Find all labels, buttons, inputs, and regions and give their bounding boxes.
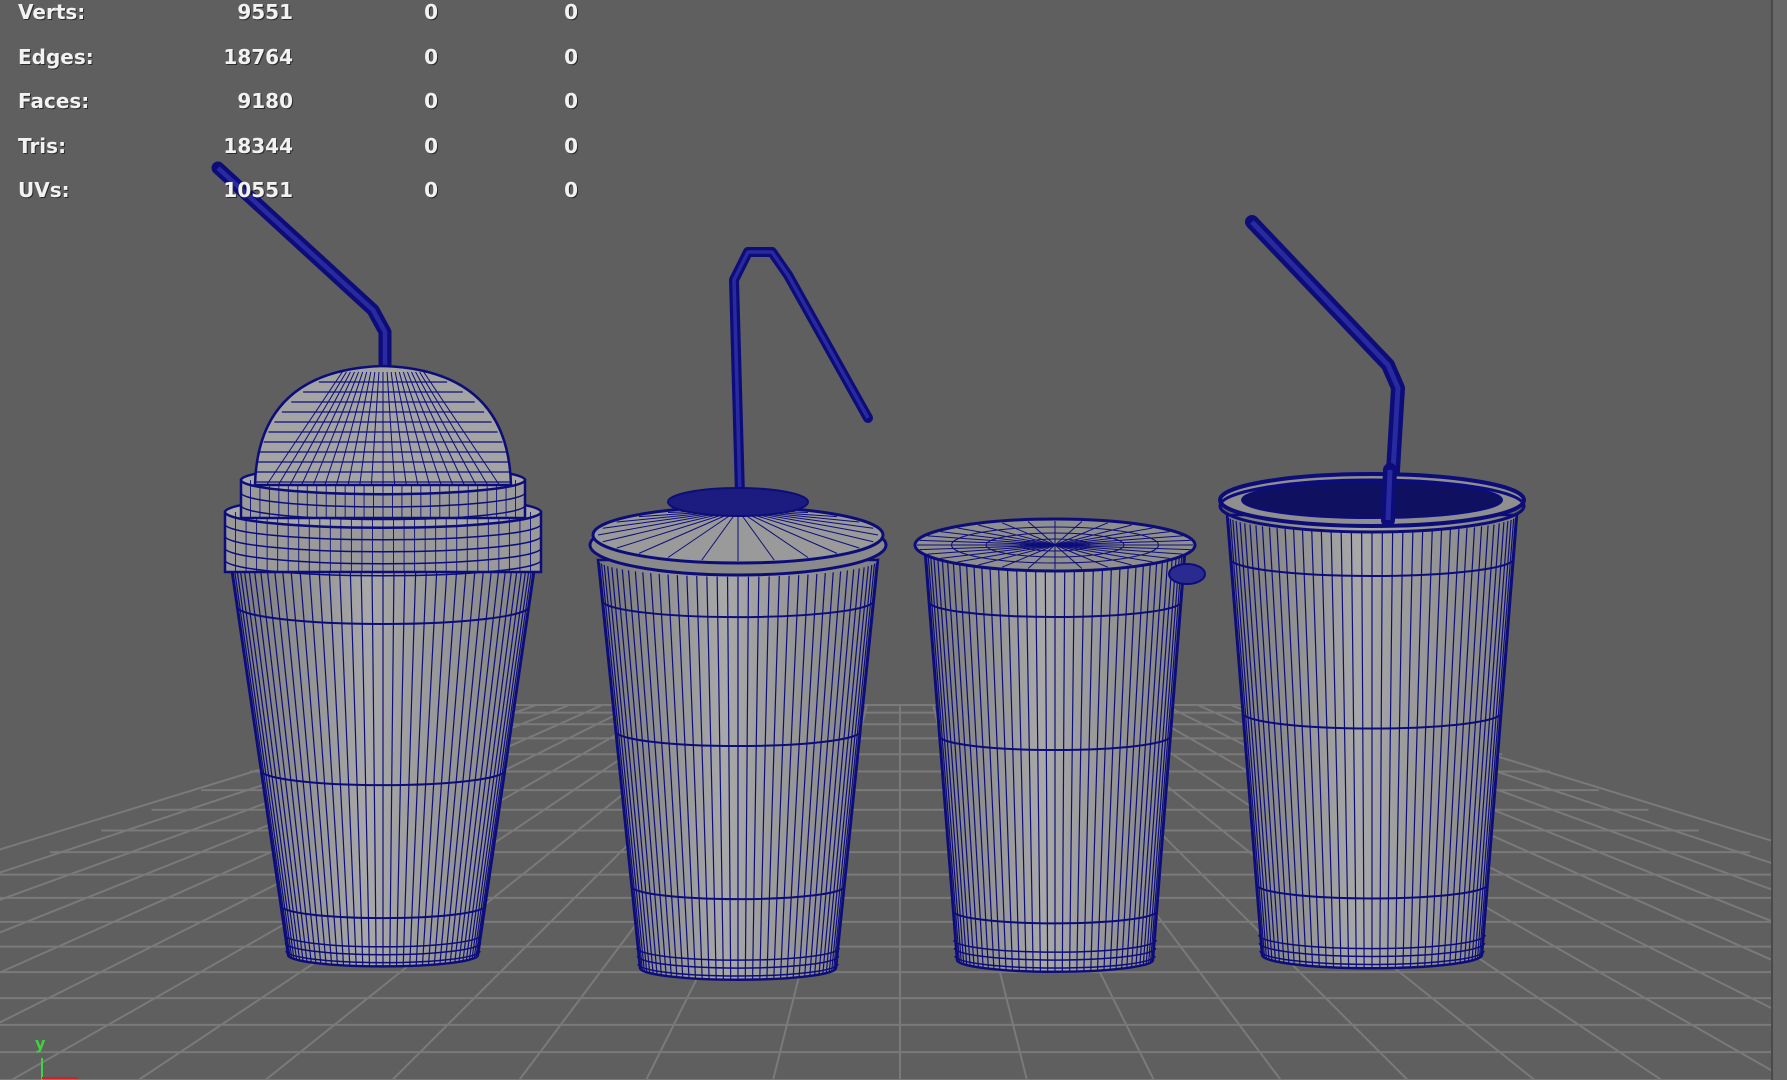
hud-label: Edges: <box>18 44 94 69</box>
hud-value: 0 <box>564 178 578 202</box>
hud-row-uvs: UVs: 10551 0 0 <box>18 164 578 209</box>
hud-label: Faces: <box>18 89 90 113</box>
hud-row-verts: Verts: 9551 0 0 <box>18 0 578 31</box>
hud-value: 18344 <box>223 133 293 158</box>
hud-row-faces: Faces: 9180 0 0 <box>18 75 578 120</box>
hud-value: 0 <box>564 0 578 24</box>
poly-count-hud: Verts: 9551 0 0 Edges: 18764 0 0 Faces: … <box>18 0 578 209</box>
hud-value: 0 <box>564 44 578 69</box>
hud-label: Verts: <box>18 0 86 24</box>
hud-value: 18764 <box>223 44 293 69</box>
hud-value: 0 <box>424 0 438 24</box>
flat-lid-cup[interactable] <box>588 247 888 982</box>
hud-value: 0 <box>564 89 578 113</box>
hud-value: 0 <box>424 44 438 69</box>
hud-value: 0 <box>564 133 578 158</box>
sealed-cup[interactable] <box>913 517 1206 974</box>
axis-y-label: y <box>35 1034 46 1053</box>
hud-value: 9180 <box>237 89 293 113</box>
hud-value: 0 <box>424 89 438 113</box>
3d-viewport[interactable]: y Verts: 9551 0 0 Edges: 18764 0 0 Faces… <box>0 0 1787 1080</box>
hud-row-tris: Tris: 18344 0 0 <box>18 120 578 165</box>
hud-row-edges: Edges: 18764 0 0 <box>18 31 578 76</box>
hud-label: UVs: <box>18 178 70 202</box>
hud-value: 0 <box>424 133 438 158</box>
hud-value: 9551 <box>237 0 293 24</box>
viewport-scrollbar[interactable] <box>1771 0 1787 1080</box>
axis-gizmo <box>41 1058 78 1080</box>
dome-lid-cup[interactable] <box>211 161 543 968</box>
open-cup[interactable] <box>1218 215 1526 970</box>
hud-value: 0 <box>424 178 438 202</box>
hud-label: Tris: <box>18 133 67 158</box>
hud-value: 10551 <box>223 178 293 202</box>
